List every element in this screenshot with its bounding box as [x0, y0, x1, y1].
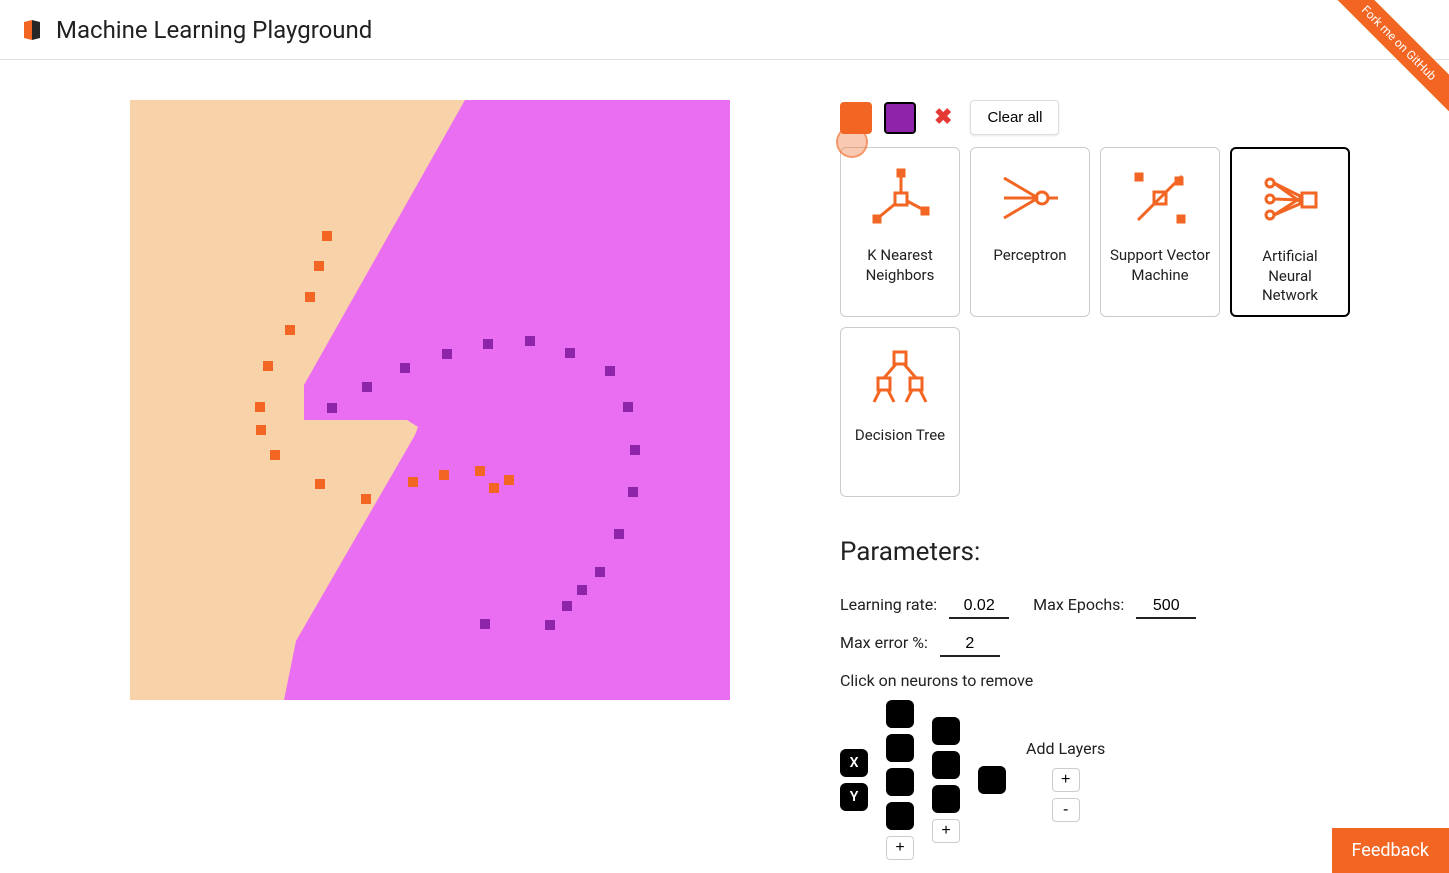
dtree-icon — [870, 348, 930, 408]
nn-layer-2: + — [932, 717, 960, 843]
neuron[interactable] — [932, 717, 960, 745]
neuron[interactable] — [886, 768, 914, 796]
algorithm-grid: K Nearest Neighbors Perceptron — [840, 147, 1400, 497]
class-swatch-purple[interactable] — [884, 102, 916, 134]
ripple-indicator — [836, 126, 868, 158]
clear-all-button[interactable]: Clear all — [970, 100, 1059, 135]
max-epochs-input[interactable] — [1136, 595, 1196, 619]
logo-icon — [20, 18, 44, 42]
neuron[interactable]: X — [840, 749, 868, 777]
nn-layer-0: XY — [840, 749, 868, 811]
nn-layer-3 — [978, 766, 1006, 794]
neuron[interactable] — [886, 700, 914, 728]
neuron[interactable] — [886, 734, 914, 762]
learning-rate-label: Learning rate: — [840, 595, 937, 614]
knn-icon — [870, 168, 930, 228]
add-neuron-button[interactable]: + — [886, 836, 914, 860]
algo-label: Decision Tree — [855, 426, 945, 446]
parameters-heading: Parameters: — [840, 537, 1400, 567]
remove-layer-button[interactable]: - — [1052, 798, 1080, 822]
add-layer-button[interactable]: + — [1052, 768, 1080, 792]
algo-label: Support Vector Machine — [1109, 246, 1211, 285]
max-error-label: Max error %: — [840, 633, 928, 652]
decision-boundary-canvas[interactable] — [130, 100, 730, 700]
neuron[interactable]: Y — [840, 783, 868, 811]
max-error-input[interactable] — [940, 633, 1000, 657]
neuron-hint: Click on neurons to remove — [840, 671, 1400, 690]
neuron[interactable] — [932, 751, 960, 779]
algo-card-perceptron[interactable]: Perceptron — [970, 147, 1090, 317]
algo-label: Artificial Neural Network — [1240, 247, 1340, 306]
add-neuron-button[interactable]: + — [932, 819, 960, 843]
algo-label: Perceptron — [993, 246, 1066, 266]
neuron[interactable] — [932, 785, 960, 813]
ann-icon — [1260, 169, 1320, 229]
learning-rate-input[interactable] — [949, 595, 1009, 619]
add-layers-label: Add Layers — [1026, 739, 1105, 758]
algo-card-knn[interactable]: K Nearest Neighbors — [840, 147, 960, 317]
algo-card-dtree[interactable]: Decision Tree — [840, 327, 960, 497]
svm-icon — [1130, 168, 1190, 228]
algo-label: K Nearest Neighbors — [849, 246, 951, 285]
class-toolbar: ✖ Clear all — [840, 100, 1400, 135]
nn-layer-1: + — [886, 700, 914, 860]
max-epochs-label: Max Epochs: — [1033, 595, 1124, 614]
feedback-button[interactable]: Feedback — [1332, 828, 1449, 873]
app-title: Machine Learning Playground — [56, 16, 372, 44]
nn-architecture: XY + + Add Layers + - — [840, 700, 1400, 860]
app-bar: Machine Learning Playground — [0, 0, 1449, 60]
neuron[interactable] — [886, 802, 914, 830]
delete-icon[interactable]: ✖ — [928, 105, 958, 130]
perceptron-icon — [1000, 168, 1060, 228]
neuron[interactable] — [978, 766, 1006, 794]
algo-card-svm[interactable]: Support Vector Machine — [1100, 147, 1220, 317]
algo-card-ann[interactable]: Artificial Neural Network — [1230, 147, 1350, 317]
